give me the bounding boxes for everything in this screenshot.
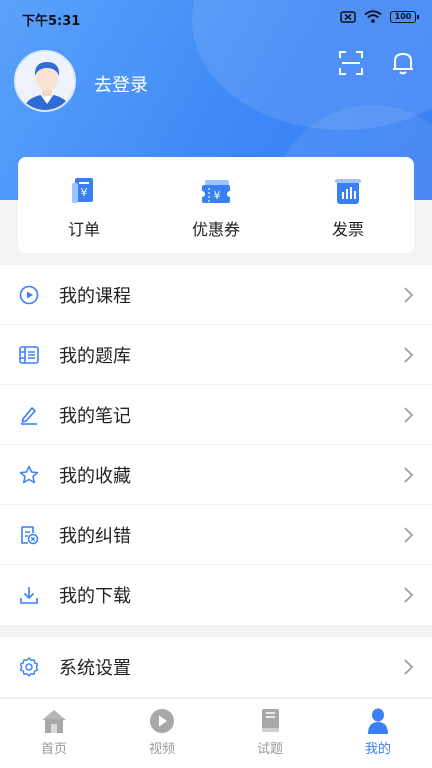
bell-icon[interactable]	[388, 48, 418, 78]
quick-actions-card: ¥ 订单 ¥ 优惠券 发票	[18, 157, 414, 253]
quick-action-label: 发票	[331, 220, 364, 239]
home-icon	[42, 710, 66, 733]
settings-list: 系统设置	[0, 637, 432, 697]
tab-questions[interactable]: 试题	[216, 699, 324, 768]
invoice-icon	[335, 179, 361, 204]
chevron-right-icon	[404, 527, 414, 543]
menu-list: 我的课程 我的题库 我的笔记 我的收藏 我的纠错 我的下载	[0, 265, 432, 625]
quick-action-label: 订单	[67, 220, 100, 239]
menu-item-label: 我的题库	[59, 345, 131, 367]
menu-item-label: 我的笔记	[59, 405, 131, 427]
star-icon	[19, 465, 39, 483]
bottom-tab-bar: 首页 视频 试题 我的	[0, 698, 432, 768]
wifi-icon	[364, 10, 382, 23]
menu-item-settings[interactable]: 系统设置	[0, 637, 432, 697]
chevron-right-icon	[404, 407, 414, 423]
question-bank-icon	[19, 345, 39, 364]
menu-item-question-bank[interactable]: 我的题库	[0, 325, 432, 385]
menu-item-label: 我的课程	[59, 285, 131, 307]
menu-item-courses[interactable]: 我的课程	[0, 265, 432, 325]
battery-icon: 100	[390, 10, 419, 23]
download-icon	[20, 587, 38, 604]
quick-action-order[interactable]: ¥ 订单	[29, 174, 139, 240]
chevron-right-icon	[404, 659, 414, 675]
quick-action-invoice[interactable]: 发票	[293, 174, 403, 240]
menu-item-label: 系统设置	[59, 658, 131, 679]
video-icon	[150, 709, 174, 733]
tab-mine[interactable]: 我的	[324, 699, 432, 768]
chevron-right-icon	[404, 287, 414, 303]
tab-label: 视频	[148, 742, 175, 757]
menu-item-label: 我的下载	[59, 586, 131, 607]
quick-action-label: 优惠券	[191, 220, 240, 239]
error-correction-icon	[21, 525, 39, 544]
book-icon	[262, 709, 279, 732]
user-icon	[368, 708, 388, 734]
battery-level: 100	[394, 12, 412, 21]
svg-text:¥: ¥	[81, 186, 88, 199]
no-sim-icon	[340, 10, 356, 23]
chevron-right-icon	[404, 587, 414, 603]
chevron-right-icon	[404, 467, 414, 483]
quick-action-coupon[interactable]: ¥ 优惠券	[161, 174, 271, 240]
pen-icon	[21, 406, 37, 425]
login-link[interactable]: 去登录	[94, 71, 148, 97]
tab-video[interactable]: 视频	[108, 699, 216, 768]
tab-label: 试题	[256, 742, 283, 757]
scan-icon[interactable]	[336, 48, 366, 78]
coupon-icon: ¥	[199, 180, 233, 203]
menu-item-corrections[interactable]: 我的纠错	[0, 505, 432, 565]
gear-icon	[19, 657, 39, 677]
chevron-right-icon	[404, 347, 414, 363]
menu-item-downloads[interactable]: 我的下载	[0, 565, 432, 625]
tab-label: 首页	[40, 742, 67, 757]
status-time: 下午5:31	[22, 14, 81, 29]
menu-item-label: 我的收藏	[59, 465, 131, 487]
order-icon: ¥	[72, 178, 93, 203]
menu-item-notes[interactable]: 我的笔记	[0, 385, 432, 445]
status-bar: 下午5:31 100	[0, 0, 432, 36]
tab-home[interactable]: 首页	[0, 699, 108, 768]
avatar[interactable]	[14, 50, 76, 112]
play-circle-icon	[19, 285, 39, 304]
svg-text:¥: ¥	[214, 189, 221, 202]
menu-item-label: 我的纠错	[59, 525, 131, 547]
menu-item-favorites[interactable]: 我的收藏	[0, 445, 432, 505]
tab-label: 我的	[364, 742, 391, 757]
